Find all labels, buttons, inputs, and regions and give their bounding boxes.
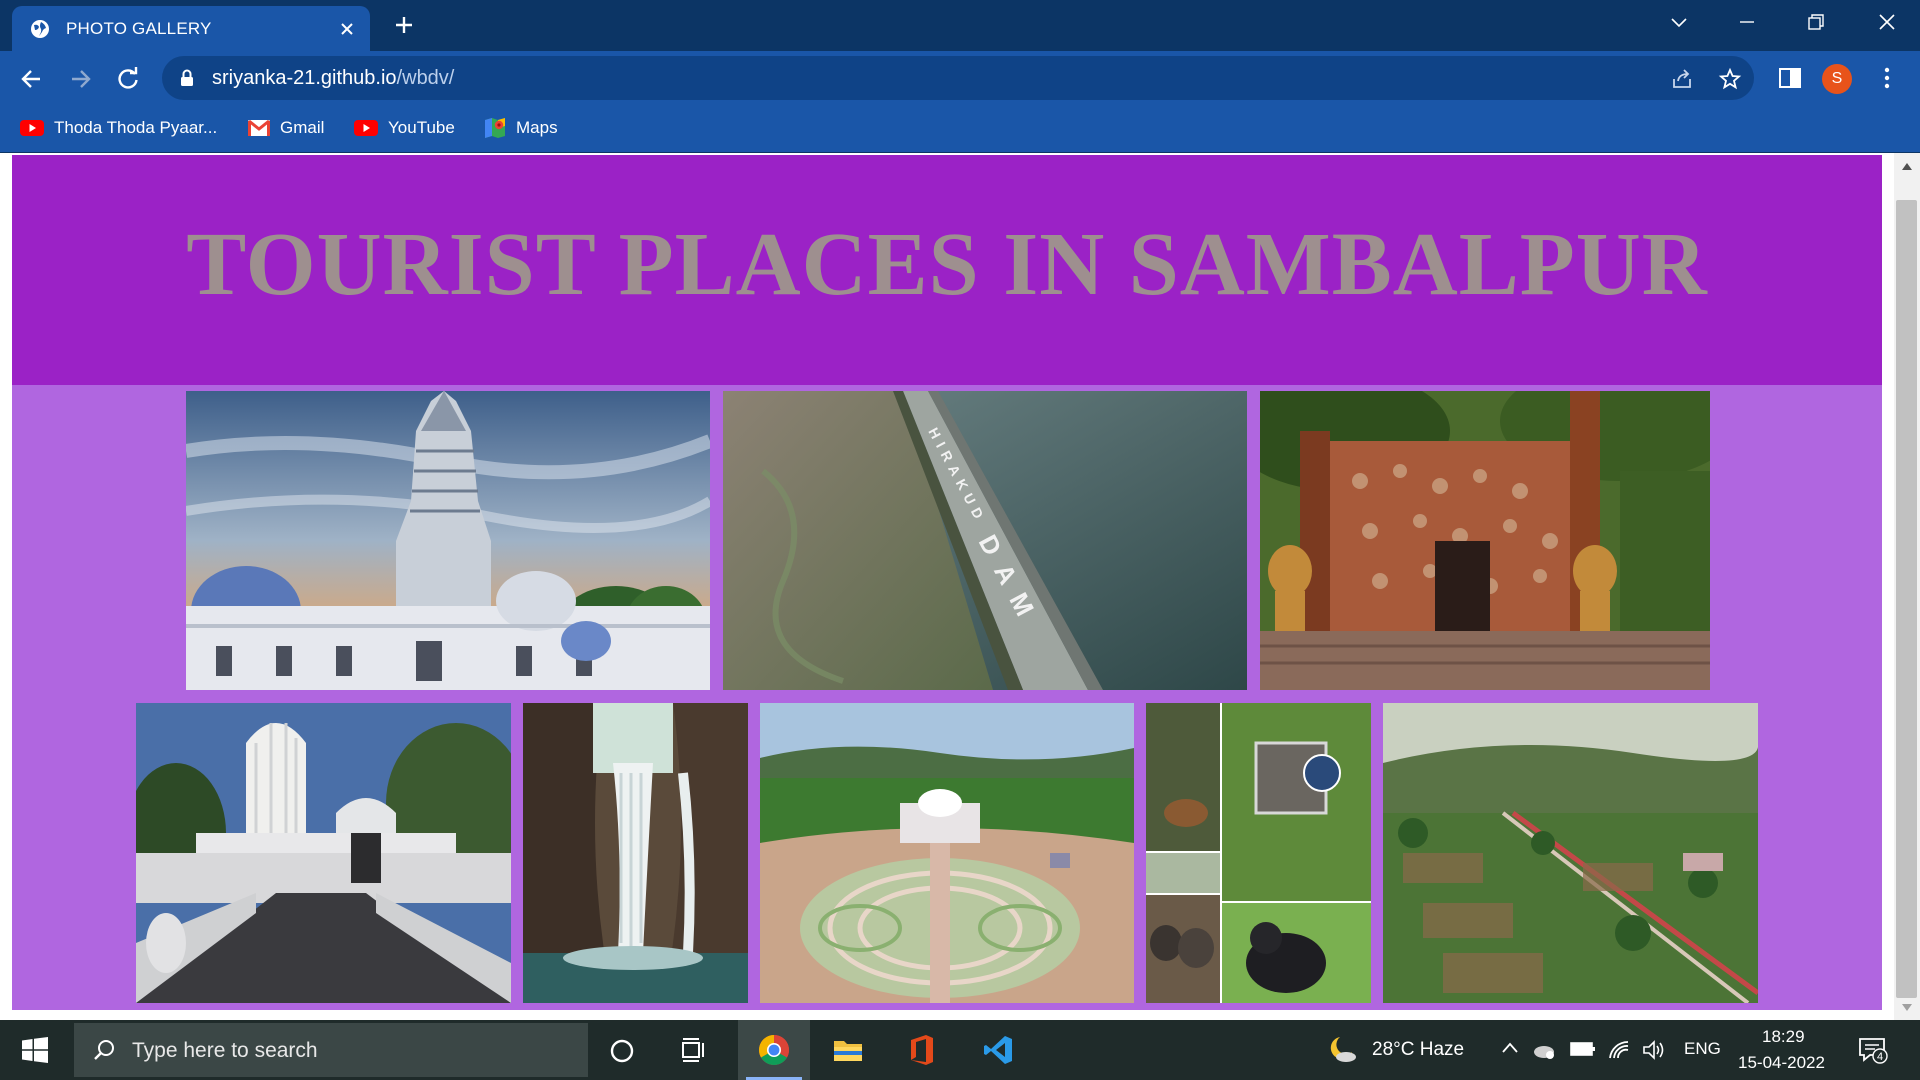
bookmark-label: YouTube	[388, 118, 455, 137]
notification-icon[interactable]: 4	[1858, 1036, 1888, 1064]
bookmark-maps[interactable]: Maps	[484, 115, 558, 141]
weather-text[interactable]: 28°C Haze	[1372, 1039, 1464, 1061]
volume-icon[interactable]	[1642, 1040, 1666, 1060]
chevron-up-icon[interactable]	[1500, 1040, 1520, 1056]
shrine-gate-photo[interactable]	[1260, 391, 1710, 690]
star-icon[interactable]	[1718, 67, 1742, 91]
share-icon[interactable]	[1670, 67, 1694, 91]
office-taskbar-app[interactable]	[886, 1020, 958, 1080]
clock-time[interactable]: 18:29	[1762, 1027, 1805, 1047]
white-temple-photo[interactable]	[136, 703, 511, 1003]
side-panel-icon[interactable]	[1777, 65, 1803, 91]
minimize-icon[interactable]	[1732, 10, 1762, 36]
restore-icon[interactable]	[1800, 10, 1830, 36]
weather-moon-icon[interactable]	[1326, 1034, 1358, 1064]
windows-start-icon[interactable]	[22, 1037, 48, 1063]
photo-gallery: HIRAKUD DAM	[12, 385, 1882, 1010]
cortana-icon[interactable]	[608, 1037, 636, 1065]
search-placeholder: Type here to search	[132, 1039, 318, 1062]
back-icon[interactable]	[18, 65, 46, 93]
bookmark-youtube[interactable]: YouTube	[354, 115, 455, 141]
search-icon	[94, 1040, 114, 1060]
menu-dots-icon[interactable]	[1874, 65, 1900, 91]
bookmark-label: Gmail	[280, 118, 325, 137]
vscode-icon	[984, 1036, 1012, 1064]
bookmarks-bar: Thoda Thoda Pyaar... Gmail YouTube Maps	[0, 105, 1920, 153]
page-scrollbar[interactable]	[1894, 153, 1920, 1020]
chrome-icon	[758, 1035, 790, 1066]
profile-avatar[interactable]: S	[1822, 64, 1852, 94]
waterfall-photo[interactable]	[523, 703, 748, 1003]
file-explorer-taskbar-app[interactable]	[812, 1020, 884, 1080]
tab-title: PHOTO GALLERY	[66, 19, 212, 38]
park-aerial-photo[interactable]	[760, 703, 1134, 1003]
gmail-icon	[248, 119, 270, 136]
battery-icon[interactable]	[1570, 1040, 1596, 1058]
youtube-icon	[354, 120, 378, 136]
lock-icon[interactable]	[180, 69, 194, 87]
clock-date[interactable]: 15-04-2022	[1738, 1053, 1825, 1073]
reload-icon[interactable]	[114, 65, 142, 93]
page-viewport: TOURIST PLACES IN SAMBALPUR HIRAKUD DAM	[0, 153, 1920, 1020]
bookmark-label: Thoda Thoda Pyaar...	[54, 118, 218, 137]
page-title: TOURIST PLACES IN SAMBALPUR	[186, 215, 1708, 314]
garden-aerial-photo[interactable]	[1383, 703, 1758, 1003]
youtube-icon	[20, 120, 44, 136]
browser-tab[interactable]: PHOTO GALLERY	[12, 6, 370, 51]
windows-taskbar: Type here to search 28°C Haze ENG 18:29 …	[0, 1020, 1920, 1080]
scroll-thumb[interactable]	[1896, 200, 1917, 998]
language-indicator[interactable]: ENG	[1684, 1039, 1721, 1059]
url-host: sriyanka-21.github.io	[212, 67, 397, 89]
maps-icon	[485, 118, 505, 138]
close-window-icon[interactable]	[1872, 10, 1902, 36]
page-header: TOURIST PLACES IN SAMBALPUR	[12, 155, 1882, 385]
folder-icon	[834, 1041, 862, 1061]
vscode-taskbar-app[interactable]	[962, 1020, 1034, 1080]
globe-icon	[31, 20, 49, 38]
bookmark-gmail[interactable]: Gmail	[248, 115, 324, 141]
hirakud-dam-photo[interactable]: HIRAKUD DAM	[723, 391, 1247, 690]
temple-photo[interactable]	[186, 391, 710, 690]
notification-count: 4	[1877, 1051, 1883, 1063]
address-bar[interactable]: sriyanka-21.github.io/wbdv/	[162, 56, 1754, 100]
task-view-icon[interactable]	[680, 1036, 708, 1064]
scroll-down-icon[interactable]	[1901, 1003, 1913, 1013]
bookmark-label: Maps	[516, 118, 558, 137]
bookmark-thoda-thoda-pyaar[interactable]: Thoda Thoda Pyaar...	[20, 115, 217, 141]
url-text[interactable]: sriyanka-21.github.io/wbdv/	[212, 67, 454, 90]
scroll-up-icon[interactable]	[1901, 161, 1913, 171]
onedrive-icon[interactable]	[1532, 1040, 1556, 1060]
close-icon[interactable]	[336, 18, 358, 40]
browser-toolbar: sriyanka-21.github.io/wbdv/ S	[0, 51, 1920, 105]
tab-strip: PHOTO GALLERY	[0, 0, 1920, 51]
taskbar-search[interactable]: Type here to search	[74, 1023, 588, 1077]
tab-search-icon[interactable]	[1664, 10, 1694, 36]
office-icon	[911, 1035, 933, 1065]
chrome-taskbar-app[interactable]	[738, 1020, 810, 1080]
new-tab-icon[interactable]	[392, 13, 416, 37]
wifi-icon[interactable]	[1608, 1040, 1632, 1060]
wildlife-collage-photo[interactable]	[1146, 703, 1371, 1003]
url-path: /wbdv/	[396, 67, 455, 89]
forward-icon[interactable]	[66, 65, 94, 93]
